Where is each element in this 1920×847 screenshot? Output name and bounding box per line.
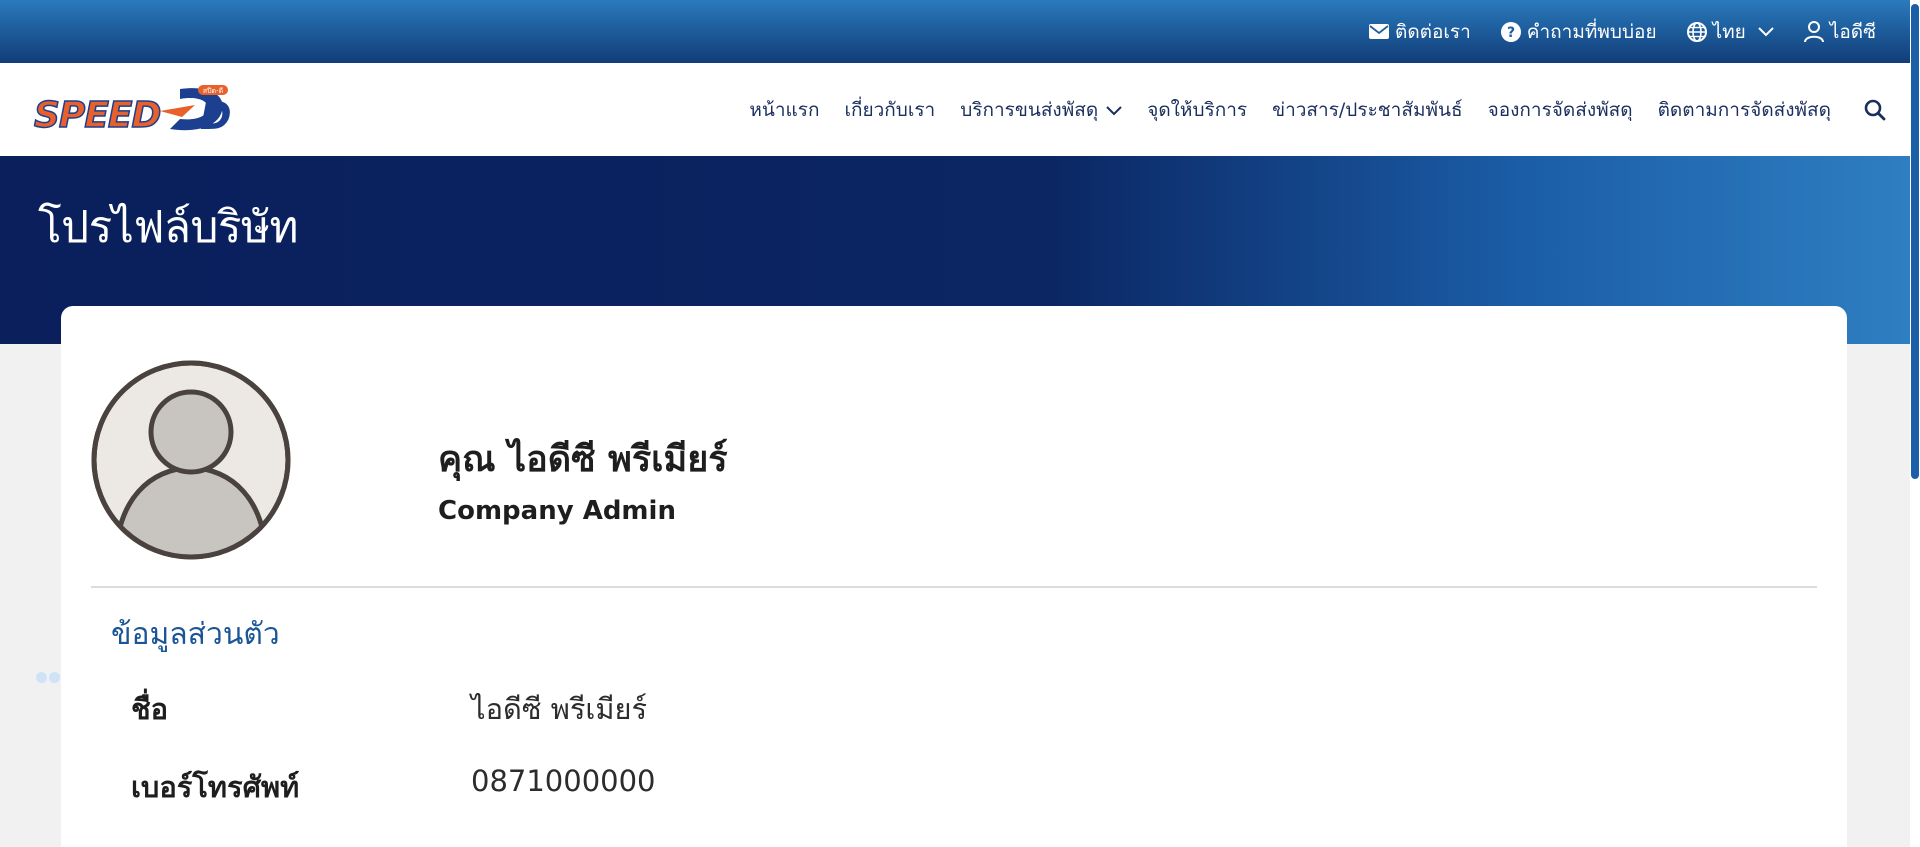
language-label: ไทย [1712,20,1746,43]
profile-name: คุณ ไอดีซี พรีเมียร์ [438,439,728,480]
top-utility-bar: ติดต่อเรา ? คำถามที่พบบ่อย ไทย ไอดีซี [0,0,1910,63]
divider [91,586,1817,588]
faq-label: คำถามที่พบบ่อย [1526,20,1657,43]
nav-services-label: บริการขนส่งพัสดุ [960,98,1099,121]
contact-label: ติดต่อเรา [1394,20,1471,43]
chevron-down-icon [1106,99,1122,121]
section-title-personal-info: ข้อมูลส่วนตัว [111,617,280,652]
chevron-down-icon [1758,26,1774,37]
nav-about[interactable]: เกี่ยวกับเรา [844,95,935,125]
user-icon [1803,20,1824,43]
nav-news[interactable]: ข่าวสาร/ประชาสัมพันธ์ [1272,95,1462,125]
speed-d-logo[interactable]: SPEED D สปีด-ดี [30,83,232,138]
globe-icon [1686,21,1707,42]
envelope-icon [1368,24,1389,39]
faq-link[interactable]: ? คำถามที่พบบ่อย [1500,17,1657,47]
page-scrollbar[interactable] [1910,0,1920,847]
question-circle-icon: ? [1500,21,1521,42]
main-navbar: SPEED D สปีด-ดี หน้าแรก เกี่ยวกับเรา บริ… [0,63,1910,156]
language-selector[interactable]: ไทย [1686,17,1774,47]
field-value-phone: 0871000000 [471,764,656,798]
field-value-name: ไอดีซี พรีเมียร์ [471,692,648,726]
loading-dot [49,672,60,683]
search-icon[interactable] [1864,99,1886,121]
nav-book-shipment[interactable]: จองการจัดส่งพัสดุ [1488,95,1633,125]
svg-text:SPEED: SPEED [34,95,160,135]
scrollbar-thumb[interactable] [1911,4,1919,479]
field-label-name: ชื่อ [131,692,169,726]
user-menu[interactable]: ไอดีซี [1803,17,1876,47]
page-title: โปรไฟล์บริษัท [38,202,299,253]
logo-small-text: สปีด-ดี [203,87,223,95]
profile-card: คุณ ไอดีซี พรีเมียร์ Company Admin ข้อมู… [61,306,1847,847]
loading-dot [36,672,47,683]
user-label: ไอดีซี [1829,20,1876,43]
profile-role: Company Admin [438,496,676,526]
nav-home[interactable]: หน้าแรก [749,95,819,125]
svg-text:?: ? [1507,25,1515,41]
contact-link[interactable]: ติดต่อเรา [1368,17,1471,47]
nav-service-points[interactable]: จุดให้บริการ [1147,95,1247,125]
nav-services[interactable]: บริการขนส่งพัสดุ [960,95,1122,125]
loading-dots [36,672,60,683]
svg-text:D: D [200,94,230,135]
nav-track-shipment[interactable]: ติดตามการจัดส่งพัสดุ [1658,95,1831,125]
field-label-phone: เบอร์โทรศัพท์ [131,770,300,804]
nav-menu: หน้าแรก เกี่ยวกับเรา บริการขนส่งพัสดุ จุ… [749,63,1886,156]
avatar [91,360,291,560]
